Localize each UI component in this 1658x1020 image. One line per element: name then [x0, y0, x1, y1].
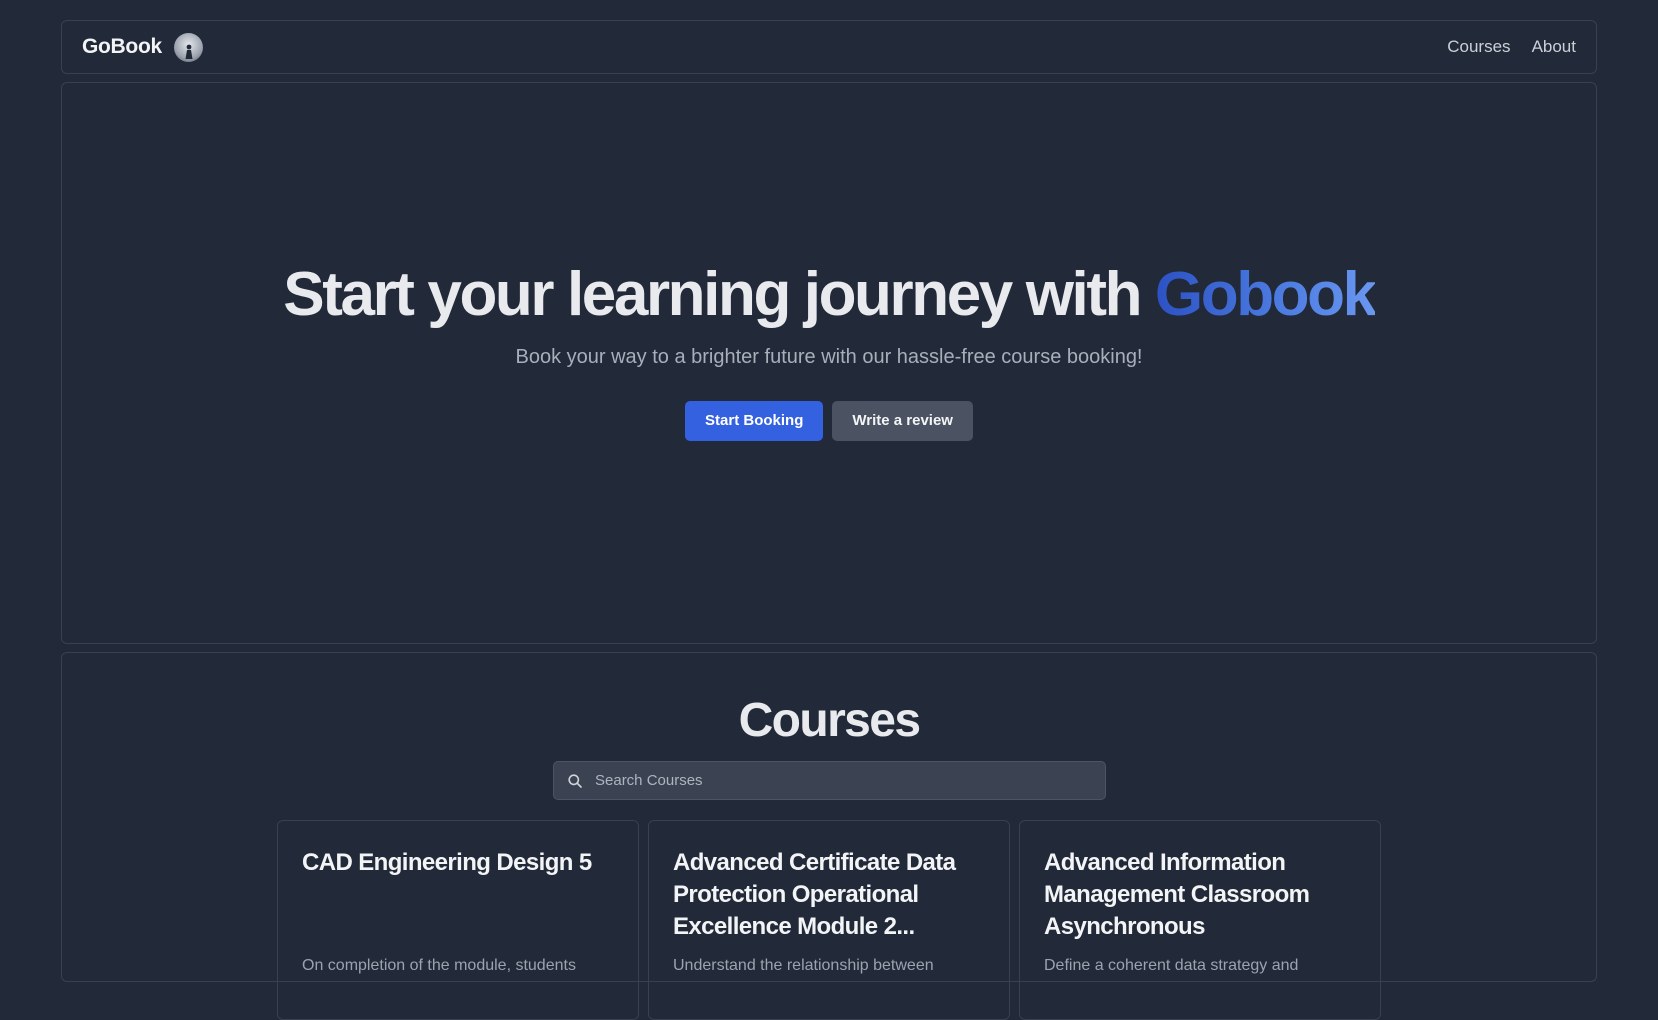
courses-title: Courses	[738, 694, 921, 747]
search-icon	[567, 773, 583, 789]
search-input[interactable]	[595, 772, 1085, 789]
hero-buttons: Start Booking Write a review	[685, 400, 973, 441]
hero-section: Start your learning journey with Gobook …	[61, 82, 1597, 644]
nav-link-about[interactable]: About	[1532, 37, 1576, 57]
course-card-description: On completion of the module, students	[302, 957, 576, 974]
hero-title-accent: Gobook	[1154, 260, 1377, 330]
write-review-button[interactable]: Write a review	[832, 400, 973, 441]
brand[interactable]: GoBook	[82, 32, 203, 62]
course-card-title: CAD Engineering Design 5	[302, 849, 592, 876]
course-card-title: Advanced Certificate Data Protection Ope…	[673, 849, 956, 940]
hero-title: Start your learning journey with Gobook	[283, 260, 1377, 330]
hero-subtitle: Book your way to a brighter future with …	[515, 345, 1143, 368]
start-booking-button[interactable]: Start Booking	[685, 400, 824, 441]
course-card-description: Understand the relationship between	[673, 957, 934, 974]
course-card[interactable]: CAD Engineering Design 5 On completion o…	[277, 820, 639, 1020]
nav-links: Courses About	[1447, 37, 1576, 57]
search-bar[interactable]	[553, 761, 1106, 800]
course-card-description: Define a coherent data strategy and	[1044, 957, 1299, 974]
nav-link-courses[interactable]: Courses	[1447, 37, 1510, 57]
avatar[interactable]	[173, 32, 203, 62]
hero-title-main: Start your learning journey with	[283, 260, 1155, 330]
brand-name[interactable]: GoBook	[82, 35, 162, 59]
course-card[interactable]: Advanced Information Management Classroo…	[1019, 820, 1381, 1020]
courses-section: Courses CAD Engineering Design 5 On comp…	[61, 652, 1597, 1020]
course-card[interactable]: Advanced Certificate Data Protection Ope…	[648, 820, 1010, 1020]
course-card-title: Advanced Information Management Classroo…	[1044, 849, 1310, 940]
navbar: GoBook Courses About	[61, 20, 1597, 74]
